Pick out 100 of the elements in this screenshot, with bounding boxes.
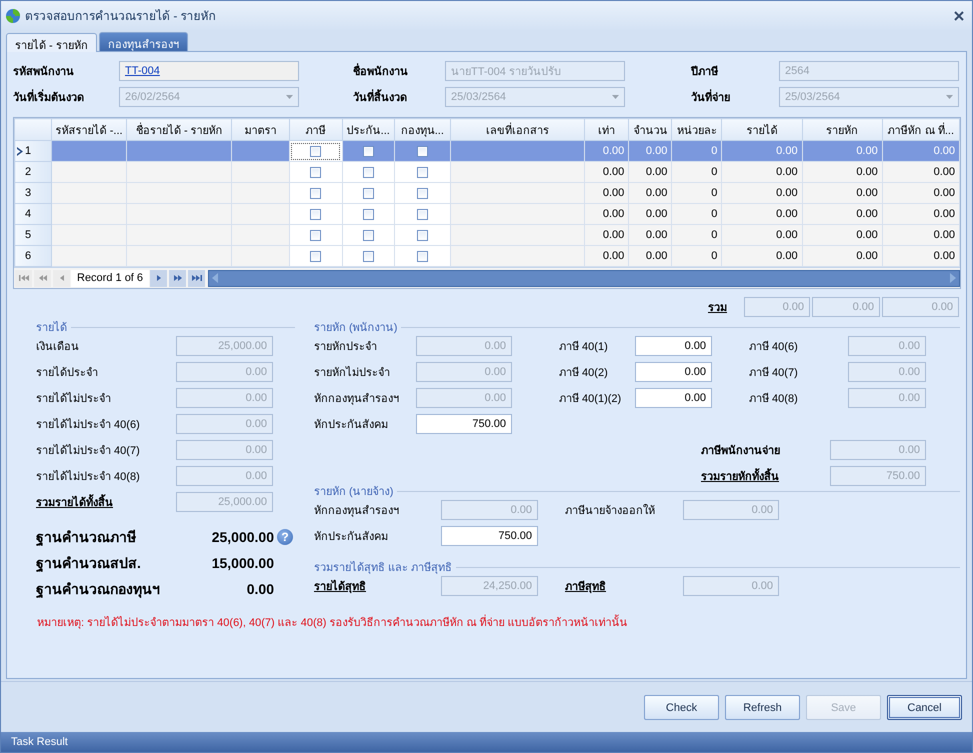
table-cell [232,204,290,224]
checkbox[interactable] [416,250,428,262]
row-number: 2 [25,166,32,178]
column-header[interactable]: ภาษี [289,118,342,140]
table-cell: 0.00 [628,140,672,162]
table-cell[interactable] [289,224,342,246]
table-cell: 0.00 [882,204,960,224]
row-header[interactable]: 5 [14,224,52,246]
input-field[interactable]: 0.00 [635,336,712,356]
field-label: รายได้สุทธิ [314,578,367,595]
action-button[interactable]: Cancel [887,695,962,720]
checkbox[interactable] [362,208,374,220]
table-cell[interactable] [342,246,394,266]
checkbox[interactable] [310,230,322,241]
nav-button[interactable] [150,270,168,286]
input-field[interactable]: 750.00 [441,526,538,546]
record-counter: Record 1 of 6 [71,270,150,286]
column-header[interactable]: เท่า [584,118,629,140]
tab[interactable]: กองทุนสำรองฯ [98,32,188,51]
table-cell[interactable] [342,204,394,224]
checkbox[interactable] [310,208,322,220]
table-cell[interactable] [289,162,342,182]
column-header[interactable]: มาตรา [232,118,290,140]
checkbox[interactable] [416,208,428,220]
table-cell[interactable] [394,246,450,266]
column-header[interactable]: รายหัก [802,118,882,140]
input-field[interactable]: 750.00 [416,414,512,434]
table-cell[interactable] [394,204,450,224]
checkbox[interactable] [362,166,374,178]
input-field[interactable]: 0.00 [635,388,712,408]
nav-button[interactable] [169,270,186,286]
checkbox[interactable] [416,166,428,178]
row-header[interactable]: 3 [14,182,52,204]
field-label: ภาษี 40(8) [749,392,799,407]
nav-button[interactable] [188,270,206,286]
table-cell[interactable] [289,246,342,266]
total-label: รวม [708,300,727,316]
table-cell[interactable] [394,162,450,182]
tab[interactable]: รายได้ - รายหัก [6,33,97,52]
double-right-icon [172,273,184,283]
table-cell: 0.00 [584,182,629,204]
table-cell[interactable] [342,162,394,182]
row-header[interactable]: 2 [14,162,52,182]
table-cell[interactable] [342,140,394,162]
field-label: รายได้ไม่ประจำ 40(8) [36,469,141,485]
checkbox[interactable] [416,188,428,199]
close-icon [954,10,964,20]
field-label: ภาษีพนักงานจ่าย [701,444,781,459]
table-cell[interactable] [394,140,450,162]
table-cell[interactable] [289,182,342,204]
checkbox[interactable] [362,188,374,199]
group-title: รายหัก (พนักงาน) [314,321,398,336]
checkbox[interactable] [362,250,374,262]
checkbox[interactable] [310,250,322,262]
field-label: หักประกันสังคม [314,418,389,433]
help-icon[interactable]: ? [277,529,293,545]
field-label: รายได้ประจำ [36,365,99,381]
column-header[interactable]: ชื่อรายได้ - รายหัก [126,118,232,140]
field-label: ชื่อพนักงาน [353,62,445,80]
column-header[interactable]: เลขที่เอกสาร [450,118,585,140]
column-header[interactable]: กองทุน... [394,118,450,140]
row-number: 5 [25,229,32,241]
row-header[interactable]: 6 [14,246,52,266]
checkbox[interactable] [362,230,374,241]
column-header[interactable]: ประกัน... [342,118,394,140]
column-header[interactable]: หน่วยละ [672,118,722,140]
table-cell: 0.00 [722,140,802,162]
close-button[interactable] [952,8,966,22]
base-value: 25,000.00 [212,529,274,545]
table-cell[interactable] [342,182,394,204]
base-label: ฐานคำนวณกองทุนฯ [36,580,161,600]
column-header[interactable]: จำนวน [628,118,672,140]
table-cell[interactable] [289,204,342,224]
checkbox[interactable] [416,230,428,241]
field-label: ภาษี 40(1) [559,340,609,355]
group-title: รายได้ [36,320,67,336]
checkbox[interactable] [310,166,322,178]
column-header[interactable]: ภาษีหัก ณ ที่... [882,118,960,140]
input-field[interactable]: 0.00 [635,362,712,382]
input-field[interactable]: TT-004 [119,61,299,81]
table-cell: 0.00 [722,162,802,182]
row-header[interactable]: 4 [14,204,52,224]
field-label: หักประกันสังคม [314,530,389,545]
checkbox[interactable] [310,146,322,157]
checkbox[interactable] [362,146,374,157]
table-cell: 0.00 [722,204,802,224]
table-cell[interactable] [289,140,342,162]
checkbox[interactable] [310,188,322,199]
column-header[interactable]: รายได้ [722,118,802,140]
table-cell[interactable] [394,182,450,204]
table-cell[interactable] [342,224,394,246]
column-header[interactable]: รหัสรายได้ -... [52,118,127,140]
checkbox[interactable] [416,146,428,157]
action-button[interactable]: Check [644,695,719,720]
field-label: ภาษี 40(2) [559,366,609,381]
action-button[interactable]: Refresh [725,695,800,720]
row-header[interactable]: 1 [14,140,52,162]
table-cell[interactable] [394,224,450,246]
field-label: ภาษีนายจ้างออกให้ [565,503,656,519]
group-title: รวมรายได้สุทธิ และ ภาษีสุทธิ [314,560,452,576]
